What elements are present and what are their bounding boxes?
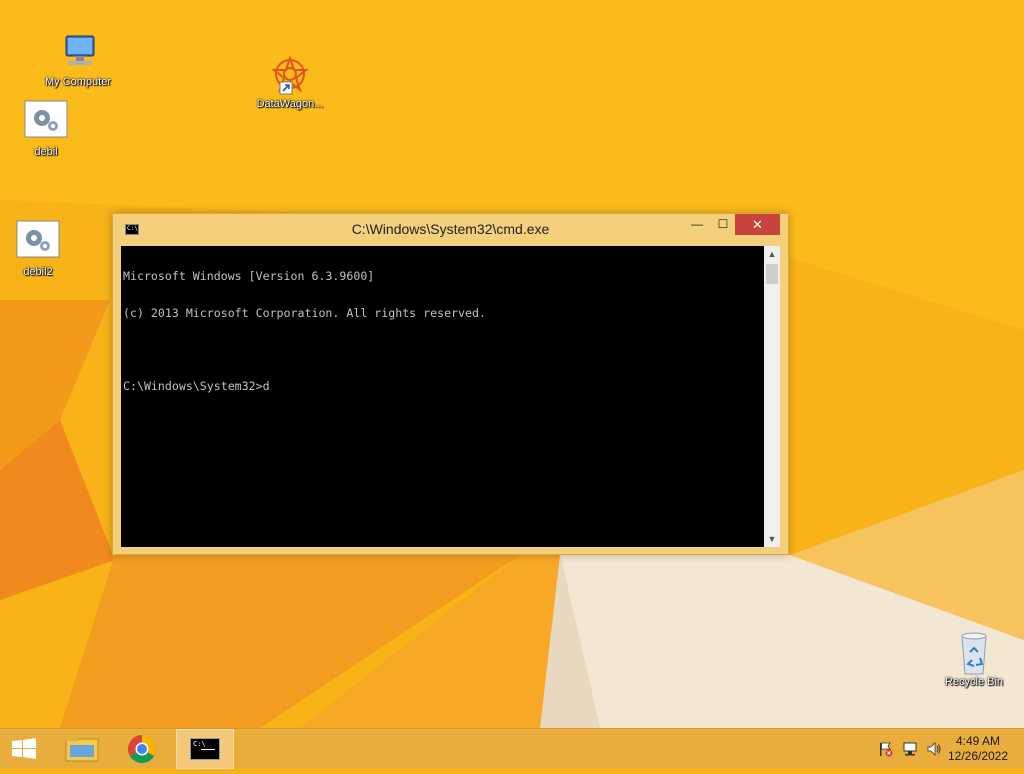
maximize-button[interactable]: ☐ bbox=[709, 214, 737, 235]
desktop-icon-debil2[interactable]: debil2 bbox=[0, 220, 76, 279]
start-button[interactable] bbox=[0, 729, 48, 769]
network-icon[interactable] bbox=[902, 741, 918, 757]
close-button[interactable]: ✕ bbox=[735, 214, 780, 235]
desktop-icon-my-computer[interactable]: My Computer bbox=[40, 30, 116, 89]
desktop-icon-label: Recycle Bin bbox=[944, 676, 1004, 688]
volume-icon[interactable] bbox=[926, 741, 942, 757]
desktop-icon-datawagon[interactable]: DataWagon... bbox=[252, 52, 328, 111]
clock-date: 12/26/2022 bbox=[947, 749, 1009, 763]
console-prompt-line: C:\Windows\System32>d bbox=[123, 379, 270, 394]
taskbar-file-explorer-button[interactable] bbox=[56, 729, 108, 769]
computer-icon bbox=[54, 30, 102, 74]
desktop-icon-label: debil2 bbox=[23, 266, 53, 278]
datawagon-shortcut-icon bbox=[266, 52, 314, 96]
clock-time: 4:49 AM bbox=[955, 734, 1001, 748]
windows-logo-icon bbox=[12, 738, 36, 759]
settings-file-icon bbox=[14, 220, 62, 264]
scroll-down-arrow-icon[interactable]: ▼ bbox=[764, 531, 780, 547]
desktop-icon-debil[interactable]: debil bbox=[8, 100, 84, 159]
recycle-bin-icon bbox=[950, 630, 998, 675]
settings-file-icon bbox=[22, 100, 70, 144]
console-app-icon: C:\ bbox=[190, 738, 220, 760]
console-app-icon-text: C:\ bbox=[193, 740, 206, 748]
taskbar-clock[interactable]: 4:49 AM 12/26/2022 bbox=[946, 734, 1010, 764]
action-center-flag-icon[interactable] bbox=[878, 741, 894, 757]
console-line: (c) 2013 Microsoft Corporation. All righ… bbox=[123, 306, 486, 320]
taskbar: C:\ 4:49 AM 12/26/2022 bbox=[0, 728, 1024, 769]
minimize-button[interactable]: — bbox=[683, 214, 711, 235]
system-tray: 4:49 AM 12/26/2022 bbox=[864, 729, 1024, 769]
scroll-up-arrow-icon[interactable]: ▲ bbox=[764, 246, 780, 262]
cursor-line bbox=[201, 749, 215, 750]
desktop-icon-recycle-bin[interactable]: Recycle Bin bbox=[936, 630, 1012, 689]
scrollbar-thumb[interactable] bbox=[766, 264, 778, 284]
console-output[interactable]: Microsoft Windows [Version 6.3.9600] (c)… bbox=[121, 246, 764, 547]
console-line: Microsoft Windows [Version 6.3.9600] bbox=[123, 269, 375, 284]
vertical-scrollbar[interactable]: ▲ ▼ bbox=[764, 246, 780, 547]
taskbar-cmd-button[interactable]: C:\ bbox=[176, 729, 234, 769]
cmd-window[interactable]: C:\ C:\Windows\System32\cmd.exe — ☐ ✕ Mi… bbox=[112, 213, 789, 555]
folder-icon bbox=[65, 736, 99, 762]
chrome-icon bbox=[128, 735, 156, 763]
window-titlebar[interactable]: C:\ C:\Windows\System32\cmd.exe — ☐ ✕ bbox=[113, 214, 788, 246]
taskbar-chrome-button[interactable] bbox=[116, 729, 168, 769]
desktop-icon-label: My Computer bbox=[44, 76, 112, 88]
desktop-icon-label: debil bbox=[34, 146, 58, 158]
